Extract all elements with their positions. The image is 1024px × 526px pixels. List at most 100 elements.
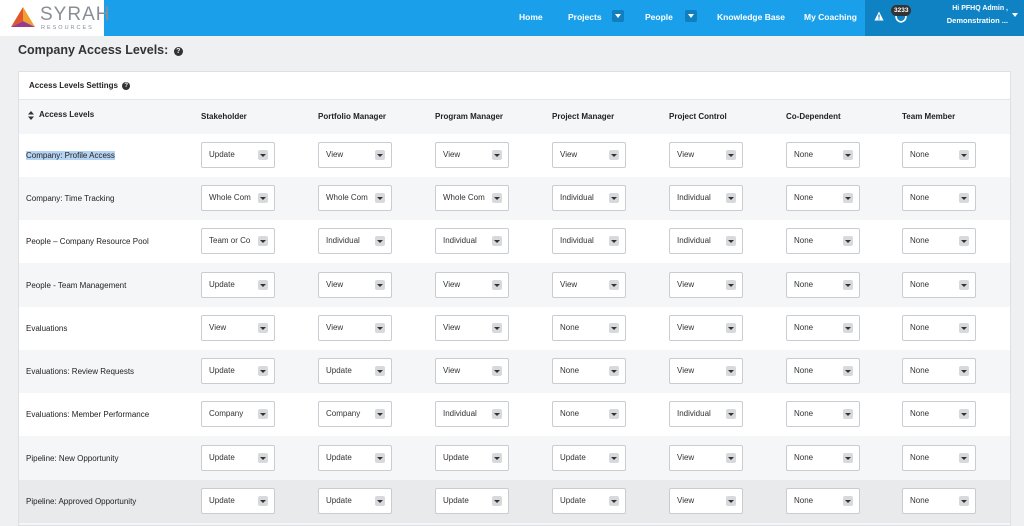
user-greeting[interactable]: Hi PFHQ Admin , [920,5,1008,12]
access-level-select[interactable]: View [669,358,743,384]
access-level-select[interactable]: Update [552,488,626,514]
chevron-down-icon[interactable] [609,409,619,419]
access-level-select[interactable]: None [552,401,626,427]
chevron-down-icon[interactable] [492,453,502,463]
chevron-down-icon[interactable] [492,236,502,246]
access-level-select[interactable]: None [786,228,860,254]
access-level-select[interactable]: Individual [552,185,626,211]
chevron-down-icon[interactable] [375,323,385,333]
chevron-down-icon[interactable] [492,280,502,290]
chevron-down-icon[interactable] [375,193,385,203]
column-header-access-levels[interactable]: Access Levels [39,110,94,119]
access-level-select[interactable]: None [552,315,626,341]
access-level-select[interactable]: View [669,142,743,168]
access-level-select[interactable]: View [318,272,392,298]
chevron-down-icon[interactable] [492,366,502,376]
access-level-select[interactable]: View [435,272,509,298]
chevron-down-icon[interactable] [492,150,502,160]
access-level-select[interactable]: Whole Com [435,185,509,211]
sort-icon[interactable] [28,111,34,120]
chevron-down-icon[interactable] [959,193,969,203]
access-level-select[interactable]: None [786,272,860,298]
access-level-select[interactable]: Team or Co [201,228,275,254]
access-level-select[interactable]: None [786,445,860,471]
access-level-select[interactable]: View [435,358,509,384]
access-level-select[interactable]: View [552,142,626,168]
chevron-down-icon[interactable] [726,236,736,246]
access-level-select[interactable]: None [902,315,976,341]
access-level-select[interactable]: Update [552,445,626,471]
access-level-select[interactable]: None [786,185,860,211]
chevron-down-icon[interactable] [726,453,736,463]
access-level-select[interactable]: None [786,315,860,341]
chevron-down-icon[interactable] [959,280,969,290]
chevron-down-icon[interactable] [959,236,969,246]
user-menu-caret-icon[interactable] [1012,13,1018,17]
chevron-down-icon[interactable] [959,366,969,376]
access-level-select[interactable]: None [552,358,626,384]
chevron-down-icon[interactable] [959,496,969,506]
access-level-select[interactable]: None [902,185,976,211]
chevron-down-icon[interactable] [375,236,385,246]
access-level-select[interactable]: View [435,315,509,341]
access-level-select[interactable]: View [669,445,743,471]
chevron-down-icon[interactable] [258,453,268,463]
chevron-down-icon[interactable] [959,150,969,160]
access-level-select[interactable]: None [902,358,976,384]
access-level-select[interactable]: Update [201,272,275,298]
chevron-down-icon[interactable] [726,150,736,160]
access-level-select[interactable]: Update [318,488,392,514]
nav-knowledge-base[interactable]: Knowledge Base [717,0,785,36]
chevron-down-icon[interactable] [726,496,736,506]
logo[interactable]: SYRAH RESOURCES [0,0,109,36]
access-level-select[interactable]: Individual [552,228,626,254]
chevron-down-icon[interactable] [258,366,268,376]
access-level-select[interactable]: Individual [669,228,743,254]
chevron-down-icon[interactable] [726,193,736,203]
access-level-select[interactable]: Individual [669,401,743,427]
access-level-select[interactable]: Whole Com [318,185,392,211]
nav-projects-dropdown-icon[interactable] [612,10,624,22]
chevron-down-icon[interactable] [258,150,268,160]
chevron-down-icon[interactable] [375,366,385,376]
chevron-down-icon[interactable] [375,150,385,160]
access-level-select[interactable]: View [201,315,275,341]
user-org[interactable]: Demonstration ... [920,16,1008,25]
access-level-select[interactable]: View [318,142,392,168]
chevron-down-icon[interactable] [492,496,502,506]
access-level-select[interactable]: View [669,272,743,298]
nav-people[interactable]: People [645,0,673,36]
chevron-down-icon[interactable] [609,280,619,290]
access-level-select[interactable]: Update [435,488,509,514]
access-level-select[interactable]: Whole Com [201,185,275,211]
chevron-down-icon[interactable] [609,193,619,203]
access-level-select[interactable]: None [786,488,860,514]
access-level-select[interactable]: Company [201,401,275,427]
chevron-down-icon[interactable] [258,236,268,246]
access-level-select[interactable]: View [669,488,743,514]
nav-home[interactable]: Home [519,0,543,36]
access-level-select[interactable]: Update [201,358,275,384]
chevron-down-icon[interactable] [843,150,853,160]
chevron-down-icon[interactable] [726,280,736,290]
access-level-select[interactable]: Individual [435,401,509,427]
chevron-down-icon[interactable] [959,453,969,463]
access-level-select[interactable]: Update [201,488,275,514]
chevron-down-icon[interactable] [609,496,619,506]
access-level-select[interactable]: Update [435,445,509,471]
access-level-select[interactable]: View [669,315,743,341]
access-level-select[interactable]: None [902,228,976,254]
chevron-down-icon[interactable] [609,366,619,376]
chevron-down-icon[interactable] [375,280,385,290]
access-level-select[interactable]: None [902,272,976,298]
chevron-down-icon[interactable] [258,409,268,419]
chevron-down-icon[interactable] [492,409,502,419]
chevron-down-icon[interactable] [258,323,268,333]
chevron-down-icon[interactable] [258,193,268,203]
chevron-down-icon[interactable] [492,193,502,203]
chevron-down-icon[interactable] [609,150,619,160]
access-level-select[interactable]: Update [201,142,275,168]
chevron-down-icon[interactable] [258,496,268,506]
chevron-down-icon[interactable] [843,453,853,463]
chevron-down-icon[interactable] [609,453,619,463]
